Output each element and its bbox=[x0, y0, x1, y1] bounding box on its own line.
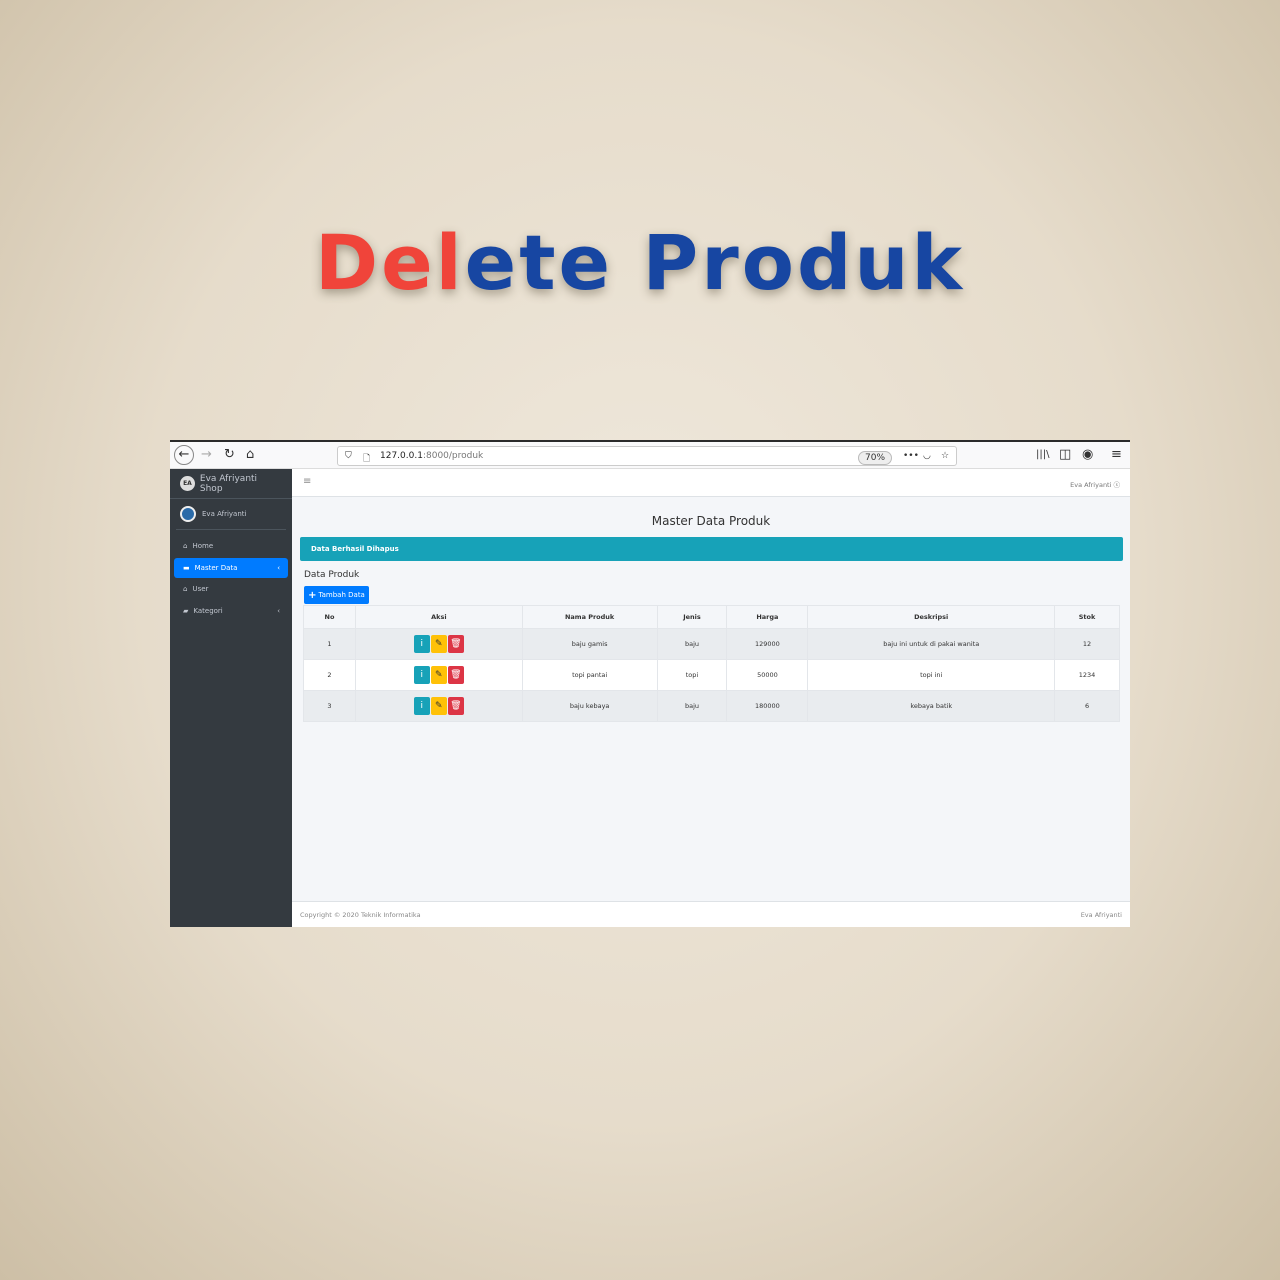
sidebar-item-master-data[interactable]: ▬ Master Data ‹ bbox=[174, 557, 288, 578]
user-panel[interactable]: Eva Afriyanti bbox=[176, 499, 286, 530]
page-title: Master Data Produk bbox=[651, 514, 771, 528]
delete-button[interactable]: 🗑 bbox=[447, 697, 464, 715]
add-data-button[interactable]: + Tambah Data bbox=[304, 586, 369, 604]
actions-cell: i ✎ 🗑 bbox=[354, 659, 523, 691]
pocket-icon[interactable]: ◡ bbox=[923, 451, 931, 461]
edit-icon: ✎ bbox=[435, 639, 443, 649]
trash-icon: 🗑 bbox=[450, 670, 462, 680]
user-menu[interactable]: Eva Afriyanti ⓢ bbox=[1070, 479, 1120, 489]
delete-button[interactable]: 🗑 bbox=[447, 666, 464, 684]
info-icon: i bbox=[420, 701, 424, 711]
table-cell: 50000 bbox=[726, 659, 809, 691]
success-alert: Data Berhasil Dihapus bbox=[300, 537, 1123, 561]
table-cell: baju ini untuk di pakai wanita bbox=[807, 628, 1056, 660]
sidebar-item-kategori[interactable]: ▰ Kategori ‹ bbox=[174, 601, 288, 621]
chevron-left-icon: ‹ bbox=[277, 606, 280, 615]
sidebar: EA Eva Afriyanti Shop Eva Afriyanti ⌂ Home… bbox=[170, 469, 292, 927]
edit-button[interactable]: ✎ bbox=[430, 697, 447, 715]
table-cell: 2 bbox=[303, 659, 356, 691]
sidebar-item-home[interactable]: ⌂ Home bbox=[174, 536, 288, 556]
top-navbar: ≡ Eva Afriyanti ⓢ bbox=[292, 469, 1130, 497]
table-cell: baju gamis bbox=[521, 628, 658, 660]
avatar bbox=[180, 506, 196, 522]
product-table: No Aksi Nama Produk Jenis Harga Deskripsi Stok… bbox=[303, 605, 1120, 722]
table-cell: 6 bbox=[1054, 690, 1120, 722]
more-icon[interactable]: ••• bbox=[903, 451, 919, 461]
account-icon[interactable]: ◉ bbox=[1082, 448, 1093, 462]
star-icon[interactable]: ☆ bbox=[941, 451, 949, 461]
table-cell: kebaya batik bbox=[807, 690, 1056, 722]
plus-icon: + bbox=[308, 589, 317, 601]
table-cell: baju bbox=[656, 690, 728, 722]
actions-cell: i ✎ 🗑 bbox=[354, 628, 523, 660]
table-cell: 180000 bbox=[726, 690, 809, 722]
shield-icon: ⛉ bbox=[345, 451, 352, 461]
browser-toolbar: ← → ↻ ⌂ ⛉ 🗋 127.0.0.1:8000/produk 70% ••… bbox=[170, 440, 1130, 469]
brand-logo: EA bbox=[180, 476, 195, 491]
table-row: 1 i ✎ 🗑 baju gamis baju 129000 baju ini untuk d… bbox=[303, 628, 1120, 660]
table-cell: 1234 bbox=[1054, 659, 1120, 691]
table-cell: 1 bbox=[303, 628, 356, 660]
detail-button[interactable]: i bbox=[413, 666, 430, 684]
edit-button[interactable]: ✎ bbox=[430, 635, 447, 653]
table-cell: topi pantai bbox=[521, 659, 658, 691]
info-icon: i bbox=[420, 670, 424, 680]
main-content: ≡ Eva Afriyanti ⓢ Master Data Produk Dat… bbox=[292, 469, 1130, 927]
table-cell: 12 bbox=[1054, 628, 1120, 660]
table-cell: baju kebaya bbox=[521, 690, 658, 722]
brand[interactable]: EA Eva Afriyanti Shop bbox=[170, 469, 292, 499]
table-cell: topi bbox=[656, 659, 728, 691]
sidebar-item-user[interactable]: ⌂ User bbox=[174, 579, 288, 599]
page-heading: Delete Produk bbox=[314, 218, 965, 307]
table-cell: topi ini bbox=[807, 659, 1056, 691]
library-icon[interactable]: |||\ bbox=[1036, 448, 1049, 462]
table-cell: 129000 bbox=[726, 628, 809, 660]
forward-icon[interactable]: → bbox=[201, 448, 212, 462]
sidebar-icon[interactable]: ◫ bbox=[1059, 448, 1071, 462]
table-row: 3 i ✎ 🗑 baju kebaya baju 180000 kebaya batik 6 bbox=[303, 690, 1120, 722]
zoom-badge[interactable]: 70% bbox=[858, 451, 893, 465]
table-cell: baju bbox=[656, 628, 728, 660]
trash-icon: 🗑 bbox=[450, 639, 462, 649]
reload-icon[interactable]: ↻ bbox=[224, 448, 235, 462]
back-icon[interactable]: ← bbox=[174, 445, 194, 465]
address-bar[interactable]: ⛉ 🗋 127.0.0.1:8000/produk 70% ••• ◡ ☆ bbox=[337, 446, 957, 466]
detail-button[interactable]: i bbox=[413, 697, 430, 715]
edit-button[interactable]: ✎ bbox=[430, 666, 447, 684]
actions-cell: i ✎ 🗑 bbox=[354, 690, 523, 722]
menu-icon[interactable]: ≡ bbox=[1111, 448, 1122, 462]
edit-icon: ✎ bbox=[435, 670, 443, 680]
footer: Copyright © 2020 Teknik Informatika Eva … bbox=[292, 901, 1130, 927]
home-icon: ⌂ bbox=[183, 585, 188, 593]
table-header: No Aksi Nama Produk Jenis Harga Deskripsi Stok bbox=[303, 605, 1120, 629]
table-cell: 3 bbox=[303, 690, 356, 722]
section-title: Data Produk bbox=[304, 570, 360, 580]
home-icon[interactable]: ⌂ bbox=[246, 448, 254, 462]
hamburger-icon[interactable]: ≡ bbox=[303, 476, 311, 487]
table-row: 2 i ✎ 🗑 topi pantai topi 50000 topi ini 1234 bbox=[303, 659, 1120, 691]
info-icon: i bbox=[420, 639, 424, 649]
detail-button[interactable]: i bbox=[413, 635, 430, 653]
chevron-left-icon: ‹ bbox=[277, 563, 280, 572]
app-screenshot: ← → ↻ ⌂ ⛉ 🗋 127.0.0.1:8000/produk 70% ••… bbox=[170, 440, 1130, 927]
home-icon: ⌂ bbox=[183, 542, 188, 550]
car-icon: ▬ bbox=[183, 563, 190, 572]
page-icon: 🗋 bbox=[363, 454, 371, 464]
edit-icon: ✎ bbox=[435, 701, 443, 711]
delete-button[interactable]: 🗑 bbox=[447, 635, 464, 653]
trash-icon: 🗑 bbox=[450, 701, 462, 711]
folder-icon: ▰ bbox=[183, 606, 189, 615]
user-icon: ⓢ bbox=[1113, 481, 1121, 489]
